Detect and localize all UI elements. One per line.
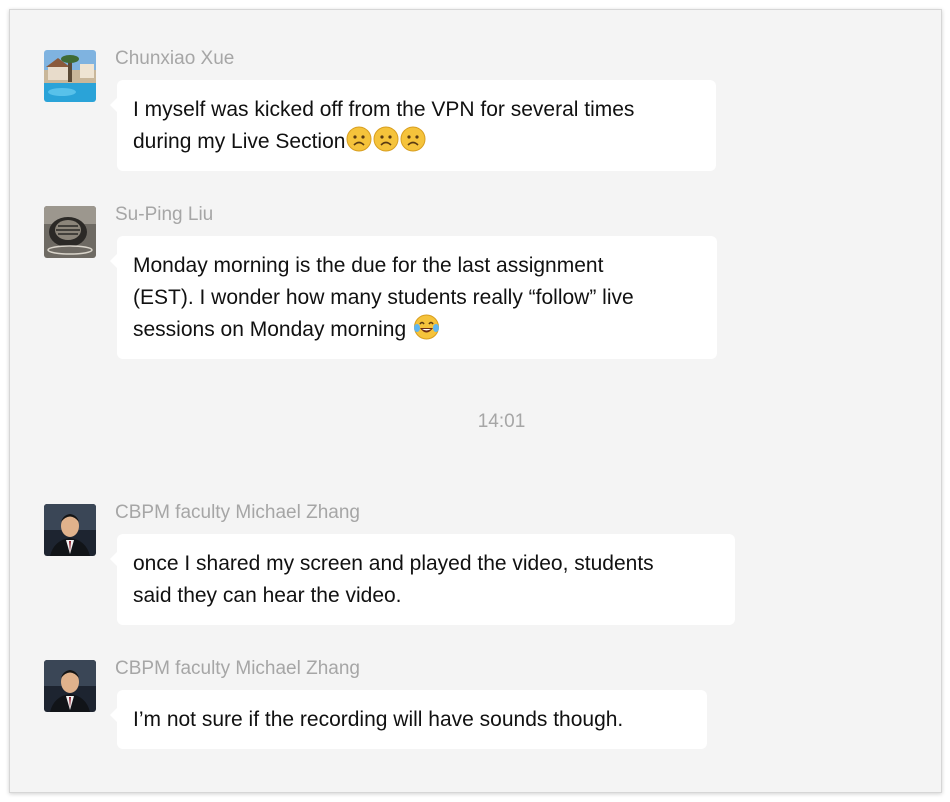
message-bubble[interactable]: once I shared my screen and played the v… <box>110 534 735 625</box>
message-bubble[interactable]: I’m not sure if the recording will have … <box>110 690 707 749</box>
avatar-chunxiao-xue[interactable] <box>44 50 96 102</box>
message-bubble[interactable]: I myself was kicked off from the VPN for… <box>110 80 716 171</box>
sender-name: CBPM faculty Michael Zhang <box>115 502 360 523</box>
sad-face-emoji <box>373 126 399 162</box>
message-text-line: I myself was kicked off from the VPN for… <box>133 98 635 121</box>
message-text-line: during my Live Section <box>133 126 699 162</box>
message-text: during my Live Section <box>133 130 346 153</box>
portrait-photo-avatar <box>44 660 96 712</box>
message-text: sessions on Monday morning <box>133 318 407 341</box>
tears-of-joy-emoji <box>413 314 440 350</box>
sender-name: Chunxiao Xue <box>115 48 235 69</box>
avatar-michael-zhang[interactable] <box>44 504 96 556</box>
message-text-line: Monday morning is the due for the last a… <box>133 254 604 277</box>
portrait-photo-avatar <box>44 504 96 556</box>
avatar-michael-zhang[interactable] <box>44 660 96 712</box>
avatar-su-ping-liu[interactable] <box>44 206 96 258</box>
sender-name: CBPM faculty Michael Zhang <box>115 658 360 679</box>
sad-face-emoji <box>400 126 426 162</box>
chat-window: Chunxiao Xue I myself was kicked off fro… <box>9 9 942 793</box>
message-text-line: said they can hear the video. <box>133 584 402 607</box>
message-text-line: sessions on Monday morning <box>133 314 700 350</box>
message-bubble[interactable]: Monday morning is the due for the last a… <box>110 236 717 359</box>
sender-name: Su-Ping Liu <box>115 204 214 225</box>
resort-pool-photo-avatar <box>44 50 96 102</box>
message-text-line: (EST). I wonder how many students really… <box>133 286 634 309</box>
message-text-line: I’m not sure if the recording will have … <box>133 708 624 731</box>
message-text-line: once I shared my screen and played the v… <box>133 552 654 575</box>
sad-face-emoji <box>346 126 372 162</box>
timestamp-divider: 14:01 <box>477 411 526 432</box>
speaker-photo-avatar <box>44 206 96 258</box>
